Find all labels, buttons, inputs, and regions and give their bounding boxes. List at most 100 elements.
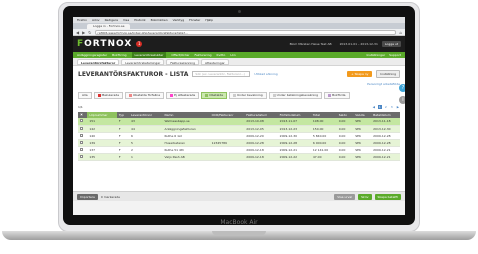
- page-link[interactable]: 3: [390, 105, 394, 109]
- mac-menu-item[interactable]: Firefox: [77, 18, 87, 22]
- row-checkbox[interactable]: [80, 119, 83, 123]
- subtab[interactable]: Attesteringar: [201, 59, 229, 65]
- filter-chip[interactable]: Obetalda förfallna: [125, 92, 165, 99]
- nav-item[interactable]: Leverantörsskulder: [131, 52, 167, 58]
- page-link[interactable]: ▶: [396, 105, 400, 109]
- filter-chip[interactable]: Obetalda: [201, 92, 227, 99]
- create-payment-file-button[interactable]: Skapa betalfil: [374, 193, 401, 200]
- filter-chip[interactable]: Under betalningsbevakning: [268, 92, 323, 99]
- nav-item[interactable]: Support: [389, 53, 401, 57]
- table-cell: Anläggningsfakturan: [162, 125, 210, 133]
- table-cell: 0.00: [336, 125, 354, 133]
- row-checkbox-cell: [78, 125, 88, 133]
- filter-chip[interactable]: Ej attesterade: [166, 92, 200, 99]
- table-cell: 2013-12-30: [371, 125, 400, 133]
- table-cell: [209, 146, 245, 154]
- mac-menu-item[interactable]: Redigera: [105, 18, 118, 22]
- row-checkbox[interactable]: [80, 154, 83, 158]
- notification-badge[interactable]: 1: [136, 41, 143, 47]
- advanced-search-link[interactable]: Utökad sökning: [254, 72, 277, 76]
- mac-menu-item[interactable]: Verktyg: [173, 18, 185, 22]
- subtab[interactable]: Leverantörsbetalningar: [121, 59, 165, 65]
- selected-count: 0 markerade: [100, 194, 121, 199]
- row-checkbox[interactable]: [80, 126, 83, 130]
- table-cell: 43: [129, 118, 163, 126]
- nav-item[interactable]: Bokföring: [112, 53, 126, 57]
- subtab[interactable]: Fakturaskanning: [166, 59, 200, 65]
- table-cell: F: [116, 153, 130, 161]
- filter-color-dot: [232, 93, 236, 97]
- filter-chip[interactable]: Bokförda: [324, 92, 350, 99]
- table-cell: 0.00: [336, 118, 354, 126]
- url-input[interactable]: raf006.www.fortnox.se/index.php/leverant…: [94, 29, 397, 35]
- nav-item[interactable]: Offert/Order: [171, 53, 189, 57]
- page-link[interactable]: ◀: [372, 105, 376, 109]
- mac-menu-item[interactable]: Fönster: [189, 18, 200, 22]
- table-cell: [209, 125, 245, 133]
- filter-chip[interactable]: Makulerade: [93, 92, 124, 99]
- table-row[interactable]: 142 F 44 Anläggningsfakturan 2013-12-05 2013-…: [78, 125, 400, 133]
- mac-menu-item[interactable]: Historik: [134, 18, 145, 22]
- table-cell: [209, 153, 245, 161]
- page-link[interactable]: 2: [384, 105, 388, 109]
- mac-menu-item[interactable]: Bokmärken: [151, 18, 168, 22]
- mac-menu-item[interactable]: Visa: [123, 18, 129, 22]
- browser-tab[interactable]: Logga in - Fortnox.se: [87, 24, 131, 29]
- help-icon[interactable]: ?: [399, 84, 405, 92]
- table-row[interactable]: 135 F 1 Veljo Pesh AB 2009-12-18 2009-12-22 47…: [78, 153, 400, 161]
- table-cell: 139: [87, 139, 117, 147]
- nav-item[interactable]: Inställningar: [366, 53, 385, 57]
- table-cell: 2: [129, 146, 163, 154]
- table-cell: 2013-11-07: [277, 118, 311, 126]
- nav-item[interactable]: Fakturering: [195, 53, 212, 57]
- laptop-notch: [212, 231, 266, 235]
- nav-item[interactable]: Lön: [230, 53, 235, 57]
- table-cell: 198.00: [310, 118, 337, 126]
- footer-toolbar: Importera 0 markerade Visa urval Skriv S…: [73, 191, 405, 201]
- fiscal-period[interactable]: 2013-01-01 – 2013-12-31: [340, 42, 378, 46]
- home-icon[interactable]: ⌂: [399, 30, 402, 35]
- table-cell: 2009-12-22: [277, 153, 311, 161]
- fortnox-logo[interactable]: FORTNOX: [77, 39, 132, 49]
- settings-button[interactable]: Inställning: [376, 70, 400, 78]
- row-checkbox[interactable]: [80, 147, 83, 151]
- table-cell: 6: [129, 132, 163, 140]
- mac-menu-item[interactable]: Hjälp: [205, 18, 213, 22]
- table-cell: F: [116, 146, 130, 154]
- create-new-button[interactable]: + Skapa ny: [347, 71, 373, 77]
- nav-item[interactable]: Anläggningsregister: [77, 53, 107, 57]
- laptop-photo: MacBook Air Firefox Arkiv Redigera Visa Hist…: [0, 0, 478, 254]
- table-row[interactable]: 140 F 6 Ruthe 6 1st 2009-12-20 2009-12-30 5 84…: [78, 132, 400, 140]
- filter-chip[interactable]: Alla: [78, 92, 92, 99]
- search-input[interactable]: Sök (ex. Leverantör, Fakturanr...): [192, 71, 251, 77]
- table-row[interactable]: 151 F 43 Wellnessbapp.se 2013-10-08 2013-11-0…: [78, 118, 400, 126]
- show-selection-button[interactable]: Visa urval: [334, 193, 356, 200]
- back-icon[interactable]: ◀: [76, 30, 79, 35]
- table-cell: Veljo Pesh AB: [162, 153, 210, 161]
- import-button[interactable]: Importera: [77, 193, 98, 200]
- table-cell: 150.00: [310, 125, 337, 133]
- table-cell: 47.00: [310, 153, 337, 161]
- filter-bar: Alla Makulerade Obetalda förfallna Ej attes…: [78, 92, 400, 99]
- print-button[interactable]: Skriv: [358, 193, 372, 200]
- forward-icon[interactable]: ▶: [82, 30, 85, 35]
- info-icon[interactable]: i: [399, 96, 405, 104]
- table-row[interactable]: 139 F 5 Husarbetaren 12345789 2009-12-28 2009-…: [78, 139, 400, 147]
- table-cell: F: [116, 125, 130, 133]
- logout-button[interactable]: Logga ut: [381, 41, 401, 47]
- mac-menu-item[interactable]: Arkiv: [92, 18, 100, 22]
- workflow-link[interactable]: Personligt arbetsflöde: [78, 82, 400, 86]
- table-cell: 12345789: [209, 139, 245, 147]
- table-cell: 2009-12-28: [371, 132, 400, 140]
- filter-color-dot: [205, 93, 209, 97]
- select-all-checkbox[interactable]: [80, 113, 83, 116]
- row-checkbox[interactable]: [80, 133, 83, 137]
- filter-chip[interactable]: Under bevakning: [228, 92, 267, 99]
- reload-icon[interactable]: ↻: [88, 30, 91, 35]
- table-cell: 0.00: [336, 146, 354, 154]
- row-checkbox[interactable]: [80, 140, 83, 144]
- subtab[interactable]: Leverantörsfakturor: [77, 59, 120, 65]
- page-link[interactable]: 1: [377, 104, 382, 109]
- nav-item[interactable]: Kvitto: [217, 53, 226, 57]
- table-row[interactable]: 137 F 2 Ruthe 51 4th 2009-12-18 2009-12-21 12 …: [78, 146, 400, 154]
